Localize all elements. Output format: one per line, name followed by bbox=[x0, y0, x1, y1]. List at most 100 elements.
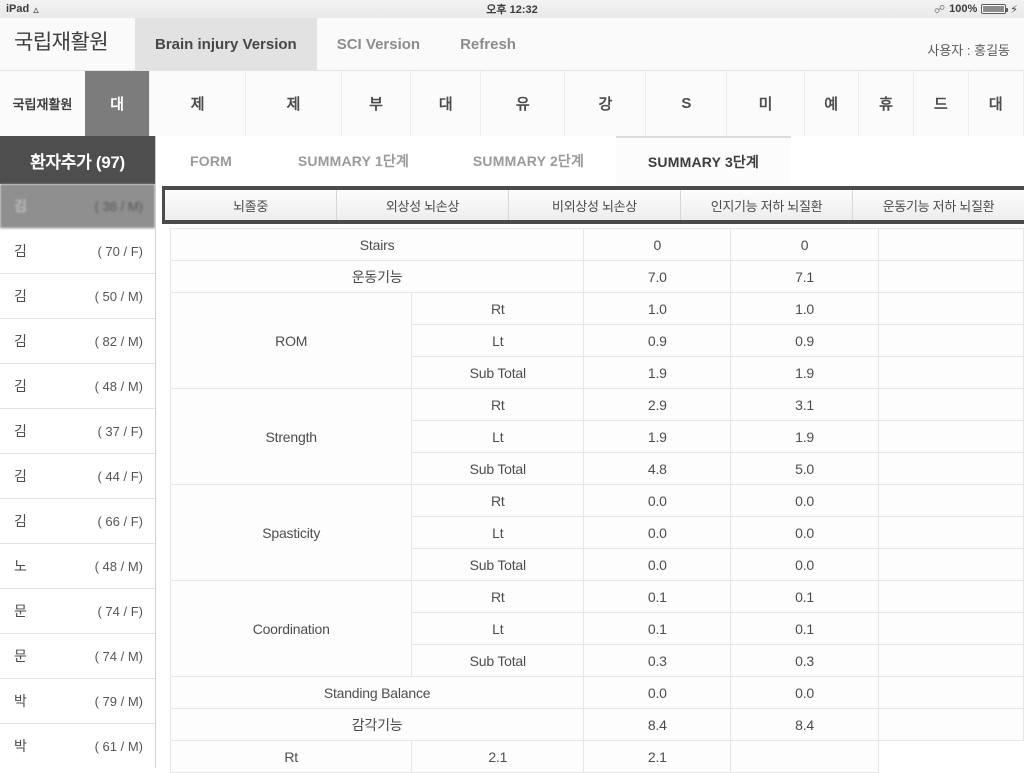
row-label-1: 운동기능 bbox=[169, 260, 585, 293]
group-label-2: ROM bbox=[169, 292, 413, 389]
value-col2-9: 0.0 bbox=[730, 516, 879, 549]
patient-list-item[interactable]: 김 ( 50 / M) bbox=[0, 274, 155, 319]
patient-list-item[interactable]: 김 ( 48 / M) bbox=[0, 364, 155, 409]
group-label-11: Coordination bbox=[169, 580, 413, 677]
view-tab-1[interactable]: SUMMARY 1단계 bbox=[266, 136, 441, 186]
status-bar-clock: 오후 12:32 bbox=[486, 4, 538, 16]
patient-list-item[interactable]: 김 ( 70 / F) bbox=[0, 229, 155, 274]
lightning-bolt-icon: ⚡ bbox=[1010, 3, 1018, 16]
dept-item-5[interactable]: 유 bbox=[481, 71, 566, 136]
category-item-2[interactable]: 비외상성 뇌손상 bbox=[509, 190, 681, 220]
value-col1-3: 0.9 bbox=[583, 324, 732, 357]
sub-label-6: Lt bbox=[411, 420, 585, 453]
value-col1-9: 0.0 bbox=[583, 516, 732, 549]
value-col2-11: 0.1 bbox=[730, 580, 879, 613]
add-patient-button[interactable]: 환자추가 (97) bbox=[0, 136, 155, 184]
patient-list-item[interactable]: 문 ( 74 / F) bbox=[0, 589, 155, 634]
table-row: Spasticity Rt 0.0 0.0 bbox=[169, 484, 1024, 581]
row-label-0: Stairs bbox=[169, 228, 585, 261]
value-col1-12: 0.1 bbox=[583, 612, 732, 645]
app-brand-title: 국립재활원 bbox=[14, 31, 109, 54]
dept-home-label[interactable]: 국립재활원 bbox=[0, 71, 85, 136]
patient-age-sex: ( 61 / M) bbox=[94, 738, 143, 754]
value-col3-8 bbox=[877, 484, 1024, 517]
value-col3-1 bbox=[877, 260, 1024, 293]
patient-name: 문 bbox=[14, 603, 27, 619]
dept-item-11[interactable]: 드 bbox=[914, 71, 969, 136]
patient-age-sex: ( 70 / F) bbox=[97, 243, 143, 259]
app-bar-tabs: Brain injury Version SCI Version Refresh bbox=[135, 18, 536, 70]
app-bar: 국립재활원 Brain injury Version SCI Version Ref… bbox=[0, 18, 1024, 70]
sub-label-8: Rt bbox=[411, 484, 585, 517]
value-col2-0: 0 bbox=[730, 228, 879, 261]
value-col1-15: 8.4 bbox=[583, 708, 732, 741]
category-item-4[interactable]: 운동기능 저하 뇌질환 bbox=[853, 190, 1024, 220]
app-tab-0[interactable]: Brain injury Version bbox=[135, 18, 317, 70]
patient-age-sex: ( 44 / F) bbox=[97, 468, 143, 484]
dept-item-10[interactable]: 휴 bbox=[859, 71, 915, 136]
sub-label-3: Lt bbox=[411, 324, 585, 357]
patient-list-item[interactable]: 김 ( 44 / F) bbox=[0, 454, 155, 499]
value-col2-12: 0.1 bbox=[730, 612, 879, 645]
value-col3-15 bbox=[877, 708, 1024, 741]
patient-list-item[interactable]: 김 ( 38 / M) bbox=[0, 184, 155, 229]
value-col3-11 bbox=[877, 580, 1024, 613]
value-col3-10 bbox=[877, 548, 1024, 581]
value-col2-13: 0.3 bbox=[730, 644, 879, 677]
category-item-1[interactable]: 외상성 뇌손상 bbox=[337, 190, 509, 220]
patient-name: 김 bbox=[14, 288, 27, 304]
row-label-15: 감각기능 bbox=[169, 708, 585, 741]
patient-list-item[interactable]: 김 ( 37 / F) bbox=[0, 409, 155, 454]
dept-item-9[interactable]: 예 bbox=[805, 71, 859, 136]
value-col1-14: 0.0 bbox=[583, 676, 732, 709]
patient-list-item[interactable]: 김 ( 66 / F) bbox=[0, 499, 155, 544]
value-col2-3: 0.9 bbox=[730, 324, 879, 357]
dept-item-0[interactable]: 대 bbox=[84, 71, 151, 136]
sub-label-2: Rt bbox=[411, 292, 585, 325]
patient-list-item[interactable]: 박 ( 61 / M) bbox=[0, 724, 155, 768]
app-tab-1[interactable]: SCI Version bbox=[317, 18, 440, 70]
row-label-14: Standing Balance bbox=[169, 676, 585, 709]
dept-item-1[interactable]: 제 bbox=[150, 71, 247, 136]
patient-name: 김 bbox=[14, 243, 27, 259]
value-col1-11: 0.1 bbox=[583, 580, 732, 613]
patient-age-sex: ( 74 / F) bbox=[97, 603, 143, 619]
dept-item-4[interactable]: 대 bbox=[411, 71, 482, 136]
dept-item-2[interactable]: 제 bbox=[246, 71, 342, 136]
value-col2-8: 0.0 bbox=[730, 484, 879, 517]
value-col3-0 bbox=[877, 228, 1024, 261]
value-col3-4 bbox=[877, 356, 1024, 389]
app-tab-2[interactable]: Refresh bbox=[440, 18, 536, 70]
patient-list[interactable]: 김 ( 38 / M) 김 ( 70 / F) 김 ( 50 / M) 김 ( 82 / M)… bbox=[0, 184, 155, 768]
patient-list-item[interactable]: 박 ( 79 / M) bbox=[0, 679, 155, 724]
value-col2-4: 1.9 bbox=[730, 356, 879, 389]
value-col1-4: 1.9 bbox=[583, 356, 732, 389]
value-col3-9 bbox=[877, 516, 1024, 549]
category-item-3[interactable]: 인지기능 저하 뇌질환 bbox=[681, 190, 853, 220]
dept-item-12[interactable]: 대 bbox=[969, 71, 1024, 136]
category-item-0[interactable]: 뇌졸중 bbox=[165, 190, 337, 220]
battery-icon bbox=[981, 4, 1009, 14]
patient-age-sex: ( 74 / M) bbox=[94, 648, 143, 664]
value-col2-7: 5.0 bbox=[730, 452, 879, 485]
view-tab-2[interactable]: SUMMARY 2단계 bbox=[441, 136, 616, 186]
value-col1-1: 7.0 bbox=[583, 260, 732, 293]
value-col2-14: 0.0 bbox=[730, 676, 879, 709]
patient-sidebar[interactable]: 환자추가 (97) 김 ( 38 / M) 김 ( 70 / F) 김 ( 50 / M)… bbox=[0, 136, 156, 768]
value-col1-8: 0.0 bbox=[583, 484, 732, 517]
patient-list-item[interactable]: 김 ( 82 / M) bbox=[0, 319, 155, 364]
content-area: FORM SUMMARY 1단계 SUMMARY 2단계 SUMMARY 3단계 뇌졸… bbox=[156, 136, 1024, 773]
patient-name: 김 bbox=[14, 423, 27, 439]
table-row: Coordination Rt 0.1 0.1 bbox=[169, 580, 1024, 677]
dept-item-6[interactable]: 강 bbox=[565, 71, 647, 136]
view-tab-3[interactable]: SUMMARY 3단계 bbox=[616, 136, 791, 186]
view-tab-0[interactable]: FORM bbox=[156, 136, 266, 186]
diagnosis-category-strip[interactable]: 뇌졸중 외상성 뇌손상 비외상성 뇌손상 인지기능 저하 뇌질환 운동기능 저하 뇌질환… bbox=[162, 186, 1024, 224]
dept-item-7[interactable]: S bbox=[646, 71, 728, 136]
dept-item-8[interactable]: 미 bbox=[727, 71, 805, 136]
patient-list-item[interactable]: 노 ( 48 / M) bbox=[0, 544, 155, 589]
sub-label-9: Lt bbox=[411, 516, 585, 549]
patient-list-item[interactable]: 문 ( 74 / M) bbox=[0, 634, 155, 679]
summary-score-table-body: Stairs 0 0 운동기능 7.0 7.1 ROM Rt 1.0 1.0 Lt 0.9 0.9 Sub… bbox=[169, 228, 1024, 773]
dept-item-3[interactable]: 부 bbox=[342, 71, 412, 136]
